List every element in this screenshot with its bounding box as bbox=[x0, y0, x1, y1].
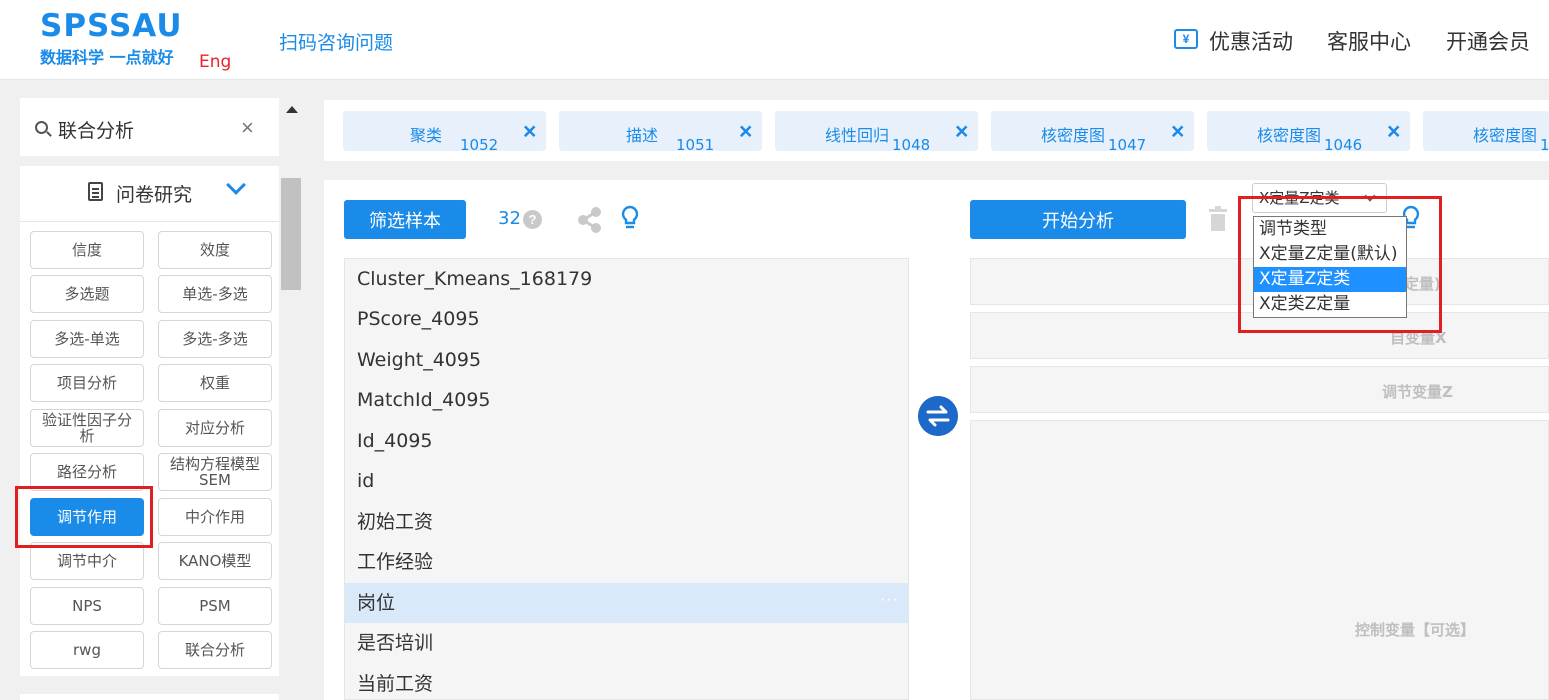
search-icon bbox=[35, 121, 48, 134]
document-icon bbox=[88, 182, 103, 201]
more-options-icon[interactable]: ··· bbox=[880, 591, 899, 609]
trash-icon[interactable] bbox=[1208, 205, 1228, 232]
tab-label[interactable]: 聚类 bbox=[410, 122, 442, 146]
method-button[interactable]: 效度 bbox=[158, 231, 272, 269]
method-button[interactable]: 中介作用 bbox=[158, 498, 272, 536]
method-button[interactable]: KANO模型 bbox=[158, 542, 272, 580]
language-switch[interactable]: Eng bbox=[199, 52, 231, 72]
method-button[interactable]: rwg bbox=[30, 631, 144, 669]
highlight-box-dropdown bbox=[1238, 196, 1442, 333]
method-button[interactable]: PSM bbox=[158, 587, 272, 625]
method-button[interactable]: 多选-多选 bbox=[158, 320, 272, 358]
method-button[interactable]: 项目分析 bbox=[30, 364, 144, 402]
variable-item-selected[interactable]: 岗位 bbox=[345, 583, 908, 623]
category-title[interactable]: 问卷研究 bbox=[116, 180, 192, 207]
method-button[interactable]: 多选题 bbox=[30, 275, 144, 313]
lightbulb-icon[interactable] bbox=[621, 205, 639, 231]
tab-count: 1051 bbox=[676, 136, 715, 154]
tab-close-icon[interactable]: × bbox=[523, 118, 536, 144]
tab-label[interactable]: 核密度图 bbox=[1041, 122, 1105, 146]
tab-close-icon[interactable]: × bbox=[1171, 118, 1184, 144]
tab-label[interactable]: 核密度图 bbox=[1257, 122, 1321, 146]
method-search-input[interactable] bbox=[58, 116, 228, 142]
tab-label[interactable]: 线性回归 bbox=[825, 122, 889, 146]
method-button[interactable]: 对应分析 bbox=[158, 409, 272, 447]
nav-membership[interactable]: 开通会员 bbox=[1446, 26, 1530, 56]
scan-consult-link[interactable]: 扫码咨询问题 bbox=[279, 28, 393, 55]
tab-count: 1047 bbox=[1108, 136, 1147, 154]
logo[interactable]: SPSSAU bbox=[40, 8, 183, 44]
moderator-variable-label: 调节变量Z bbox=[1382, 383, 1453, 401]
tab-count: 1 bbox=[1540, 136, 1549, 154]
variable-item[interactable]: 初始工资 bbox=[345, 502, 908, 542]
tab-count: 1046 bbox=[1324, 136, 1363, 154]
coupon-icon[interactable]: ¥ bbox=[1174, 29, 1198, 49]
filter-sample-button[interactable]: 筛选样本 bbox=[344, 200, 466, 239]
top-header bbox=[0, 0, 1549, 80]
method-button[interactable]: 单选-多选 bbox=[158, 275, 272, 313]
variable-item[interactable]: 当前工资 bbox=[345, 664, 908, 700]
highlight-box-method bbox=[15, 486, 153, 548]
variable-item[interactable]: 工作经验 bbox=[345, 542, 908, 582]
variable-item[interactable]: PScore_4095 bbox=[345, 299, 908, 339]
variable-item[interactable]: Weight_4095 bbox=[345, 340, 908, 380]
tab-count: 1048 bbox=[892, 136, 931, 154]
sidebar-next-panel bbox=[20, 694, 279, 700]
help-icon[interactable]: ? bbox=[523, 210, 542, 229]
tab-close-icon[interactable]: × bbox=[739, 118, 752, 144]
tab-label[interactable]: 描述 bbox=[626, 122, 658, 146]
method-button[interactable]: 信度 bbox=[30, 231, 144, 269]
share-icon[interactable] bbox=[576, 206, 604, 234]
method-button[interactable]: 联合分析 bbox=[158, 631, 272, 669]
variable-item[interactable]: Id_4095 bbox=[345, 421, 908, 461]
tab-close-icon[interactable]: × bbox=[955, 118, 968, 144]
clear-icon[interactable]: × bbox=[241, 117, 254, 139]
logo-tagline: 数据科学 一点就好 bbox=[40, 48, 174, 67]
nav-service-center[interactable]: 客服中心 bbox=[1327, 26, 1411, 56]
start-analysis-button[interactable]: 开始分析 bbox=[970, 200, 1186, 239]
nav-promotions[interactable]: 优惠活动 bbox=[1209, 26, 1293, 56]
swap-arrows-icon[interactable] bbox=[918, 396, 958, 436]
tab[interactable] bbox=[559, 111, 762, 151]
method-button[interactable]: 验证性因子分析 bbox=[30, 409, 144, 447]
tab-count: 1052 bbox=[460, 136, 499, 154]
variable-item[interactable]: 是否培训 bbox=[345, 623, 908, 663]
method-button[interactable]: 结构方程模型SEM bbox=[158, 453, 272, 491]
sidebar-scrollbar-thumb[interactable] bbox=[281, 178, 301, 290]
method-button[interactable]: 多选-单选 bbox=[30, 320, 144, 358]
variable-count: 32 bbox=[498, 208, 521, 229]
method-button[interactable]: NPS bbox=[30, 587, 144, 625]
scroll-up-arrow-icon[interactable] bbox=[286, 106, 298, 113]
tab[interactable] bbox=[343, 111, 546, 151]
control-variable-zone[interactable] bbox=[970, 420, 1549, 700]
control-variable-label: 控制变量【可选】 bbox=[1355, 621, 1476, 639]
method-button[interactable]: 权重 bbox=[158, 364, 272, 402]
tab-label[interactable]: 核密度图 bbox=[1473, 122, 1537, 146]
variable-item[interactable]: Cluster_Kmeans_168179 bbox=[345, 259, 908, 299]
moderator-variable-zone[interactable] bbox=[970, 366, 1549, 413]
variable-item[interactable]: MatchId_4095 bbox=[345, 380, 908, 420]
variable-item[interactable]: id bbox=[345, 461, 908, 501]
tab-close-icon[interactable]: × bbox=[1387, 118, 1400, 144]
